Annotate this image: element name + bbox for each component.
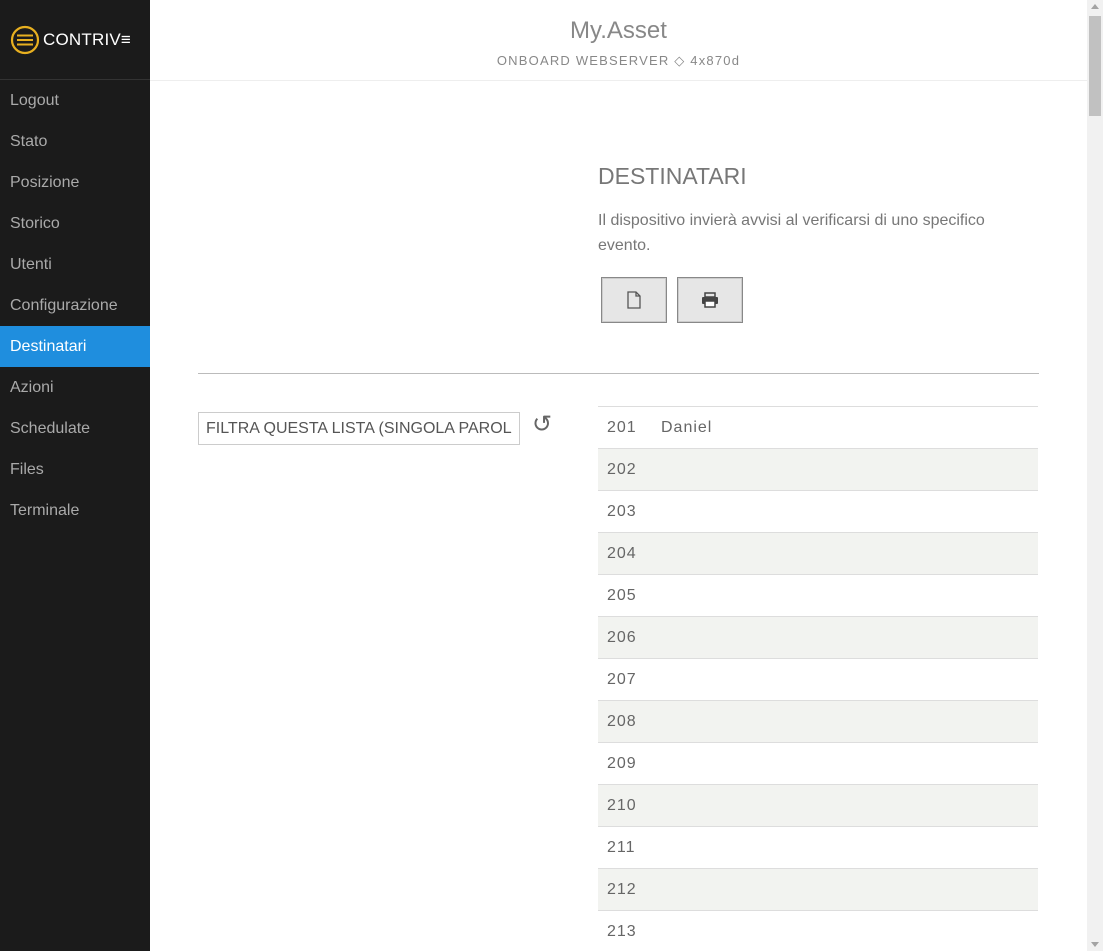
filter-input[interactable] [198,412,520,445]
list-item[interactable]: 209 [598,743,1038,785]
brand-logo[interactable]: CONTRIV≡ [0,0,150,80]
page-title: My.Asset [570,17,667,44]
print-button[interactable] [677,277,743,323]
section-title: DESTINATARI [598,163,747,189]
page-header: My.Asset ONBOARD WEBSERVER ◇ 4x870d [150,0,1087,81]
refresh-icon[interactable]: ↺ [532,410,552,439]
recipient-id: 202 [607,460,637,478]
recipient-id: 206 [607,628,637,646]
sidebar-item-logout[interactable]: Logout [0,80,150,121]
new-document-button[interactable] [601,277,667,323]
list-item[interactable]: 211 [598,827,1038,869]
recipient-id: 201 [607,418,637,436]
list-item[interactable]: 210 [598,785,1038,827]
recipient-id: 204 [607,544,637,562]
scroll-down-arrow-icon[interactable] [1091,942,1099,947]
list-item[interactable]: 201 Daniel [598,407,1038,449]
recipient-id: 203 [607,502,637,520]
sidebar-nav: Logout Stato Posizione Storico Utenti Co… [0,80,150,531]
recipient-id: 208 [607,712,637,730]
recipient-id: 211 [607,838,636,856]
recipient-list: 201 Daniel 202 203 204 205 206 207 208 209 210 211 2… [598,406,1038,951]
recipient-id: 207 [607,670,637,688]
printer-icon [702,292,718,308]
sidebar-item-posizione[interactable]: Posizione [0,162,150,203]
section-description: Il dispositivo invierà avvisi al verific… [598,212,985,254]
sidebar: CONTRIV≡ Logout Stato Posizione Storico … [0,0,150,951]
recipient-id: 210 [607,796,637,814]
list-item[interactable]: 207 [598,659,1038,701]
list-item[interactable]: 208 [598,701,1038,743]
scroll-thumb[interactable] [1089,16,1101,116]
sidebar-item-configurazione[interactable]: Configurazione [0,285,150,326]
list-item[interactable]: 203 [598,491,1038,533]
list-item[interactable]: 206 [598,617,1038,659]
sidebar-item-azioni[interactable]: Azioni [0,367,150,408]
sidebar-item-files[interactable]: Files [0,449,150,490]
list-item[interactable]: 212 [598,869,1038,911]
section-divider [198,373,1039,374]
list-item[interactable]: 204 [598,533,1038,575]
sidebar-item-schedulate[interactable]: Schedulate [0,408,150,449]
recipient-name: Daniel [661,418,713,436]
scrollbar[interactable] [1087,0,1103,951]
scroll-up-arrow-icon[interactable] [1091,4,1099,9]
brand-logo-text: CONTRIV≡ [43,29,132,49]
recipient-id: 209 [607,754,637,772]
contrive-logo-icon [10,25,40,54]
recipient-id: 205 [607,586,637,604]
recipient-id: 213 [607,922,637,940]
file-icon [627,291,641,309]
list-item[interactable]: 202 [598,449,1038,491]
sidebar-item-destinatari[interactable]: Destinatari [0,326,150,367]
sidebar-item-utenti[interactable]: Utenti [0,244,150,285]
list-item[interactable]: 205 [598,575,1038,617]
sidebar-item-storico[interactable]: Storico [0,203,150,244]
list-item[interactable]: 213 [598,911,1038,951]
sidebar-item-terminale[interactable]: Terminale [0,490,150,531]
recipient-id: 212 [607,880,637,898]
sidebar-item-stato[interactable]: Stato [0,121,150,162]
page-subtitle: ONBOARD WEBSERVER ◇ 4x870d [496,53,741,68]
